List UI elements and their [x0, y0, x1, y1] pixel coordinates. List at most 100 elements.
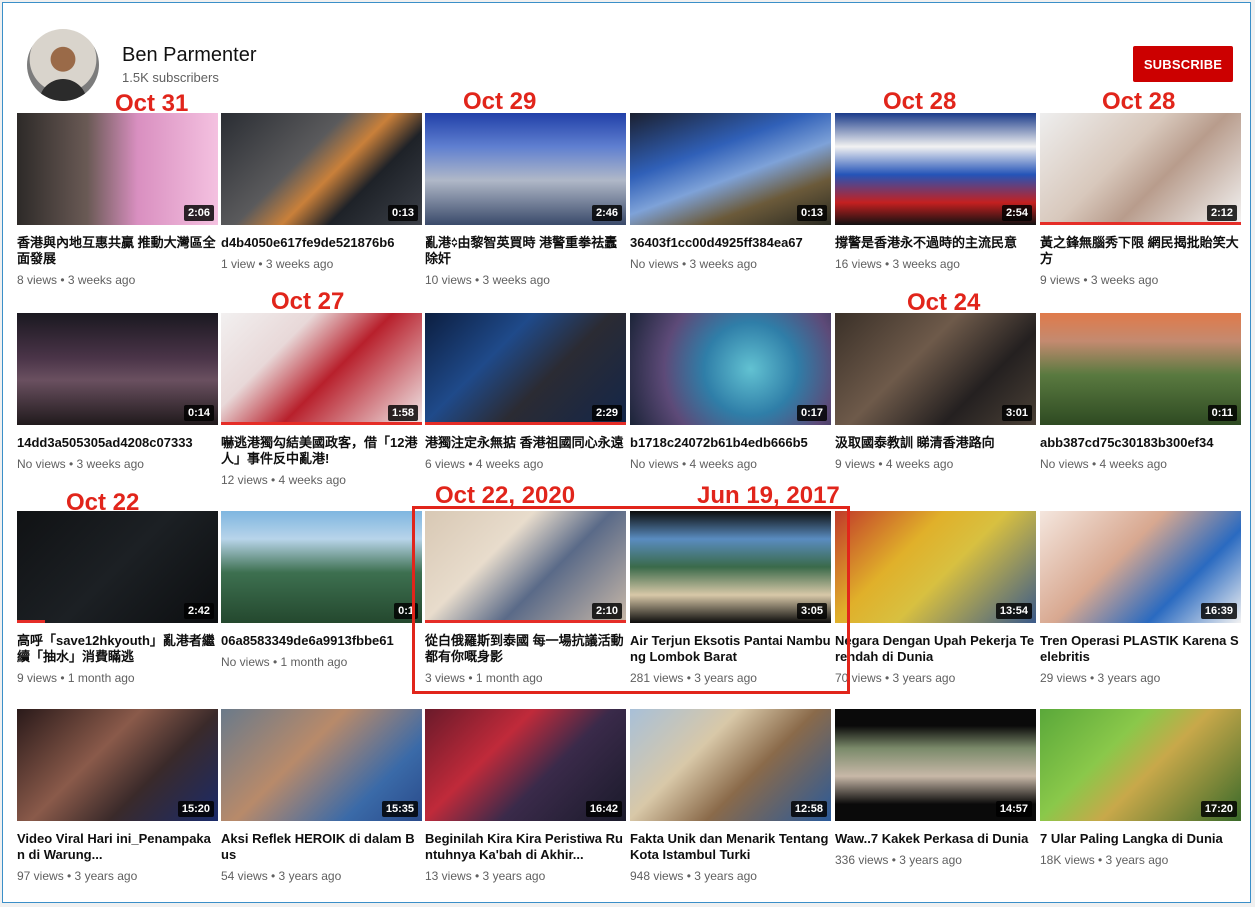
video-card[interactable]: 2:46 亂港᨟由黎智英買時 港警重拳祛蠹除奸 10 views • 3 weeks…	[425, 113, 626, 287]
video-meta: 9 views • 1 month ago	[17, 671, 135, 685]
video-thumbnail[interactable]: 0:14	[17, 313, 218, 425]
video-title[interactable]: Waw..7 Kakek Perkasa di Dunia	[835, 831, 1036, 847]
video-thumbnail[interactable]: 14:57	[835, 709, 1036, 821]
video-card[interactable]: 1:58 嚇逃港獨勾結美國政客，借「12港人」事件反中亂港! 12 views • …	[221, 313, 422, 487]
video-meta: 29 views • 3 years ago	[1040, 671, 1161, 685]
video-title[interactable]: d4b4050e617fe9de521876b6	[221, 235, 422, 251]
video-thumbnail[interactable]: 3:01	[835, 313, 1036, 425]
video-duration: 1:58	[387, 405, 418, 421]
video-card[interactable]: 2:54 撐警是香港永不過時的主流民意 16 views • 3 weeks ago	[835, 113, 1036, 271]
video-duration: 17:20	[1200, 801, 1237, 817]
video-card[interactable]: 0:1 06a8583349de6a9913fbbe61 No views • 1 …	[221, 511, 422, 669]
video-meta: 10 views • 3 weeks ago	[425, 273, 550, 287]
video-card[interactable]: 0:14 14dd3a505305ad4208c07333 No views • 3…	[17, 313, 218, 471]
date-annotation: Oct 28	[1102, 88, 1176, 115]
video-card[interactable]: 0:13 36403f1cc00d4925ff384ea67 No views • …	[630, 113, 831, 271]
video-title[interactable]: 香港與內地互惠共贏 推動大灣區全面發展	[17, 235, 218, 267]
video-thumbnail[interactable]: 2:29	[425, 313, 626, 425]
video-thumbnail[interactable]: 16:39	[1040, 511, 1241, 623]
avatar[interactable]	[27, 29, 99, 101]
video-title[interactable]: b1718c24072b61b4edb666b5	[630, 435, 831, 451]
date-annotation: Oct 27	[271, 288, 345, 315]
video-thumbnail[interactable]: 2:10	[425, 511, 626, 623]
video-card[interactable]: 3:05 Air Terjun Eksotis Pantai Nambung Lo…	[630, 511, 831, 685]
video-meta: 9 views • 4 weeks ago	[835, 457, 954, 471]
video-card[interactable]: 0:13 d4b4050e617fe9de521876b6 1 view • 3 w…	[221, 113, 422, 271]
video-thumbnail[interactable]: 0:17	[630, 313, 831, 425]
video-thumbnail[interactable]: 1:58	[221, 313, 422, 425]
date-annotation: Oct 24	[907, 289, 981, 316]
video-meta: 16 views • 3 weeks ago	[835, 257, 960, 271]
video-title[interactable]: 港獨注定永無掂 香港祖國同心永遠	[425, 435, 626, 451]
video-title[interactable]: 06a8583349de6a9913fbbe61	[221, 633, 422, 649]
video-card[interactable]: 2:10 從白俄羅斯到泰國 每一場抗議活動都有你嘅身影 3 views • 1 mo…	[425, 511, 626, 685]
video-thumbnail[interactable]: 0:11	[1040, 313, 1241, 425]
video-thumbnail[interactable]: 16:42	[425, 709, 626, 821]
video-thumbnail[interactable]: 13:54	[835, 511, 1036, 623]
video-thumbnail[interactable]: 17:20	[1040, 709, 1241, 821]
subscribe-button[interactable]: SUBSCRIBE	[1133, 46, 1233, 82]
video-card[interactable]: 2:29 港獨注定永無掂 香港祖國同心永遠 6 views • 4 weeks ag…	[425, 313, 626, 471]
video-title[interactable]: 撐警是香港永不過時的主流民意	[835, 235, 1036, 251]
video-card[interactable]: 0:17 b1718c24072b61b4edb666b5 No views • 4…	[630, 313, 831, 471]
video-thumbnail[interactable]: 2:06	[17, 113, 218, 225]
video-thumbnail[interactable]: 0:13	[221, 113, 422, 225]
video-title[interactable]: 從白俄羅斯到泰國 每一場抗議活動都有你嘅身影	[425, 633, 626, 665]
video-title[interactable]: Fakta Unik dan Menarik Tentang Kota Ista…	[630, 831, 831, 863]
video-meta: 97 views • 3 years ago	[17, 869, 138, 883]
video-thumbnail[interactable]: 2:54	[835, 113, 1036, 225]
video-title[interactable]: abb387cd75c30183b300ef34	[1040, 435, 1241, 451]
video-title[interactable]: 36403f1cc00d4925ff384ea67	[630, 235, 831, 251]
video-title[interactable]: 高呼「save12hkyouth」亂港者繼續「抽水」消費瞞逃	[17, 633, 218, 665]
video-title[interactable]: 亂港᨟由黎智英買時 港警重拳祛蠹除奸	[425, 235, 626, 267]
video-card[interactable]: 15:35 Aksi Reflek HEROIK di dalam Bus 54 v…	[221, 709, 422, 883]
video-card[interactable]: 16:42 Beginilah Kira Kira Peristiwa Runtu…	[425, 709, 626, 883]
video-card[interactable]: 0:11 abb387cd75c30183b300ef34 No views • 4…	[1040, 313, 1241, 471]
video-title[interactable]: 14dd3a505305ad4208c07333	[17, 435, 218, 451]
video-card[interactable]: 2:12 黃之鋒無腦秀下限 網民揭批貽笑大方 9 views • 3 weeks a…	[1040, 113, 1241, 287]
video-thumbnail[interactable]: 2:42	[17, 511, 218, 623]
video-thumbnail[interactable]: 2:46	[425, 113, 626, 225]
video-card[interactable]: 13:54 Negara Dengan Upah Pekerja Terendah…	[835, 511, 1036, 685]
video-title[interactable]: Tren Operasi PLASTIK Karena Selebritis	[1040, 633, 1241, 665]
date-annotation: Oct 28	[883, 88, 957, 115]
video-thumbnail[interactable]: 15:35	[221, 709, 422, 821]
video-card[interactable]: 12:58 Fakta Unik dan Menarik Tentang Kota…	[630, 709, 831, 883]
watch-progress-bar	[425, 422, 626, 425]
video-title[interactable]: 黃之鋒無腦秀下限 網民揭批貽笑大方	[1040, 235, 1241, 267]
video-duration: 0:17	[796, 405, 827, 421]
video-title[interactable]: 汲取國泰教訓 睇清香港路向	[835, 435, 1036, 451]
date-annotation: Jun 19, 2017	[697, 482, 840, 509]
video-thumbnail[interactable]: 12:58	[630, 709, 831, 821]
video-title[interactable]: Video Viral Hari ini_Penampakan di Warun…	[17, 831, 218, 863]
watch-progress-bar	[425, 620, 626, 623]
video-duration: 16:42	[585, 801, 622, 817]
video-card[interactable]: 3:01 汲取國泰教訓 睇清香港路向 9 views • 4 weeks ago	[835, 313, 1036, 471]
video-title[interactable]: 嚇逃港獨勾結美國政客，借「12港人」事件反中亂港!	[221, 435, 422, 467]
video-title[interactable]: Negara Dengan Upah Pekerja Terendah di D…	[835, 633, 1036, 665]
video-card[interactable]: 17:20 7 Ular Paling Langka di Dunia 18K vi…	[1040, 709, 1241, 867]
video-duration: 2:54	[1001, 205, 1032, 221]
video-card[interactable]: 14:57 Waw..7 Kakek Perkasa di Dunia 336 vi…	[835, 709, 1036, 867]
video-thumbnail[interactable]: 15:20	[17, 709, 218, 821]
video-title[interactable]: Air Terjun Eksotis Pantai Nambung Lombok…	[630, 633, 831, 665]
video-card[interactable]: 2:06 香港與內地互惠共贏 推動大灣區全面發展 8 views • 3 weeks…	[17, 113, 218, 287]
video-meta: No views • 1 month ago	[221, 655, 348, 669]
channel-name[interactable]: Ben Parmenter	[122, 44, 257, 67]
video-duration: 2:46	[591, 205, 622, 221]
video-meta: No views • 4 weeks ago	[1040, 457, 1167, 471]
video-meta: 13 views • 3 years ago	[425, 869, 546, 883]
video-meta: 8 views • 3 weeks ago	[17, 273, 136, 287]
video-thumbnail[interactable]: 0:13	[630, 113, 831, 225]
video-thumbnail[interactable]: 0:1	[221, 511, 422, 623]
watch-progress-bar	[17, 620, 46, 623]
video-card[interactable]: 15:20 Video Viral Hari ini_Penampakan di …	[17, 709, 218, 883]
video-meta: 948 views • 3 years ago	[630, 869, 757, 883]
video-title[interactable]: Aksi Reflek HEROIK di dalam Bus	[221, 831, 422, 863]
video-card[interactable]: 2:42 高呼「save12hkyouth」亂港者繼續「抽水」消費瞞逃 9 view…	[17, 511, 218, 685]
video-title[interactable]: 7 Ular Paling Langka di Dunia	[1040, 831, 1241, 847]
video-thumbnail[interactable]: 3:05	[630, 511, 831, 623]
video-thumbnail[interactable]: 2:12	[1040, 113, 1241, 225]
video-title[interactable]: Beginilah Kira Kira Peristiwa Runtuhnya …	[425, 831, 626, 863]
video-card[interactable]: 16:39 Tren Operasi PLASTIK Karena Selebri…	[1040, 511, 1241, 685]
